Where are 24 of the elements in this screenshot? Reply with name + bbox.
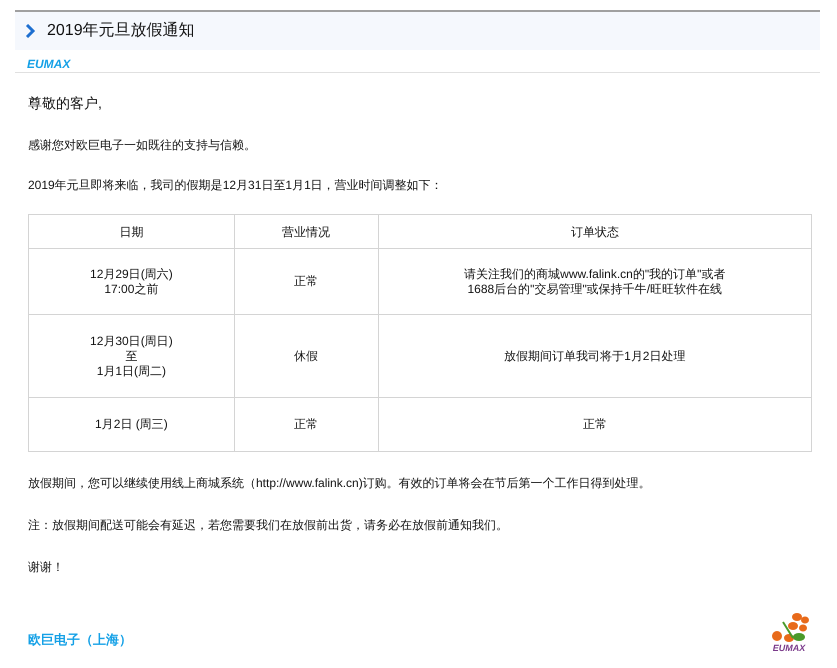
paragraph: 放假期间，您可以继续使用线上商城系统（http://www.falink.cn)订购。有效的订单将会在节后第一个工作日得到处理。: [28, 475, 652, 492]
paragraph: 2019年元旦即将来临，我司的假期是12月31日至1月1日，营业时间调整如下：: [28, 177, 444, 194]
brand-logo: EUMAX: [27, 58, 70, 70]
table-cell: 正常: [234, 398, 378, 452]
paragraph: 谢谢！: [28, 559, 65, 576]
table-cell: 正常: [234, 248, 378, 314]
column-header: 订单状态: [378, 214, 812, 248]
table-cell: 请关注我们的商城www.falink.cn的"我的订单"或者 1688后台的"交易管理"或保持千牛/旺旺软件在线: [378, 248, 812, 314]
chevron-icon: [25, 24, 35, 38]
table-cell: 12月29日(周六) 17:00之前: [28, 248, 234, 314]
logo-text: EUMAX: [772, 644, 806, 653]
company-signature: 欧巨电子（上海）: [28, 630, 132, 648]
table-cell: 1月2日 (周三): [28, 398, 234, 452]
table-cell: 12月30日(周日) 至 1月1日(周二): [28, 314, 234, 398]
column-header: 营业情况: [234, 214, 378, 248]
table-cell: 休假: [234, 314, 378, 398]
flower-logo-icon: [769, 612, 809, 644]
table-cell: 放假期间订单我司将于1月2日处理: [378, 314, 812, 398]
paragraph: 感谢您对欧巨电子一如既往的支持与信赖。: [28, 137, 257, 154]
greeting: 尊敬的客户,: [28, 94, 103, 113]
table-cell: 正常: [378, 398, 812, 452]
paragraph: 注：放假期间配送可能会有延迟，若您需要我们在放假前出货，请务必在放假前通知我们。: [28, 517, 509, 534]
notice-title: 2019年元旦放假通知: [47, 20, 195, 41]
column-header: 日期: [28, 214, 234, 248]
